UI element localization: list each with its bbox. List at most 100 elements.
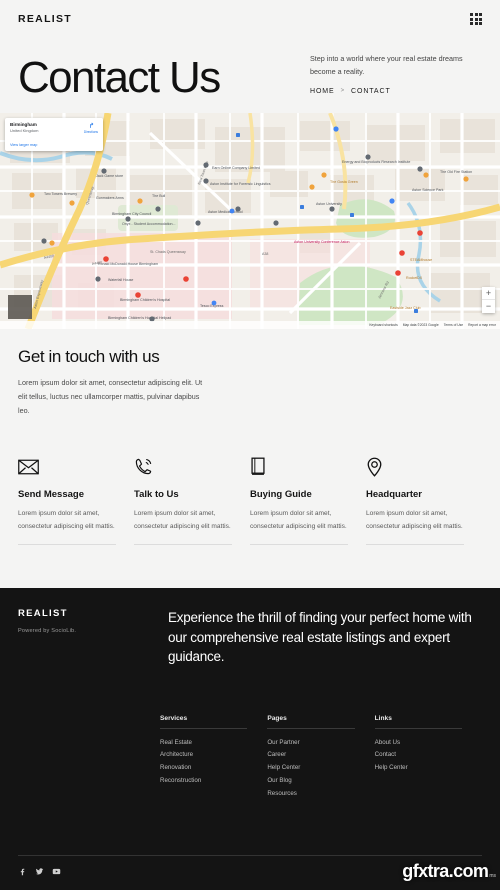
breadcrumb: HOME > CONTACT [310,88,482,95]
map-directions-button[interactable]: Directions [84,122,98,134]
hero-section: Contact Us Step into a world where your … [0,38,500,113]
map-keyboard-shortcuts[interactable]: Keyboard shortcuts [369,323,397,327]
svg-text:The Gosta Green: The Gosta Green [330,180,358,184]
card-title: Send Message [18,488,84,500]
map-place-country: United Kingdom [10,128,39,134]
directions-icon [90,122,94,128]
book-icon [250,456,348,478]
map-place-card[interactable]: Birmingham United Kingdom Directions Vie… [5,117,103,151]
map-view-larger-link[interactable]: View larger map [10,143,98,147]
card-title: Headquarter [366,488,422,500]
svg-text:Earn Online Company Limited: Earn Online Company Limited [212,166,260,170]
footer-link[interactable]: Help Center [267,761,354,774]
map-place-name: Birmingham [10,121,37,127]
footer-link[interactable]: Contact [375,748,462,761]
footer-top: REALIST Powered by SocioLib. Experience … [0,588,500,667]
map-pin-icon [366,456,464,478]
footer-link[interactable]: Reconstruction [160,774,247,787]
footer-link[interactable]: Resources [267,787,354,800]
site-logo[interactable]: REALIST [18,13,72,25]
svg-text:Aston University Conference As: Aston University Conference Aston [294,240,350,244]
card-body: Lorem ipsum dolor sit amet, consectetur … [366,507,464,546]
social-links [18,867,61,876]
svg-text:St. Chads Queensway: St. Chads Queensway [150,250,186,254]
footer-tagline: Experience the thrill of finding your pe… [168,610,472,665]
card-body: Lorem ipsum dolor sit amet, consectetur … [18,507,116,546]
footer-column-links: Links About Us Contact Help Center [374,715,482,800]
footer-powered-by: Powered by SocioLib. [18,628,77,634]
map-zoom-in-button[interactable]: + [482,286,495,300]
svg-text:Energy and Bioproducts Researc: Energy and Bioproducts Research Institut… [342,160,410,164]
map-directions-label: Directions [83,129,98,134]
svg-text:Two Towers Brewery: Two Towers Brewery [44,192,77,196]
contact-card[interactable]: Talk to Us Lorem ipsum dolor sit amet, c… [134,456,250,546]
svg-text:Birmingham Children's Hospital: Birmingham Children's Hospital Helipad [108,316,171,320]
svg-text:Aston Science Park: Aston Science Park [412,188,444,192]
svg-text:Onyx - Student Accommodation..: Onyx - Student Accommodation... [122,222,176,226]
footer-link[interactable]: About Us [375,736,462,749]
svg-text:Jack Game store: Jack Game store [96,174,123,178]
footer-brand-column: REALIST Powered by SocioLib. [18,608,168,667]
svg-text:Tesco Express: Tesco Express [200,304,224,308]
contact-card[interactable]: Headquarter Lorem ipsum dolor sit amet, … [366,456,482,546]
svg-text:Birmingham City Council: Birmingham City Council [112,212,152,216]
svg-text:Waterfall House: Waterfall House [108,278,133,282]
card-title: Buying Guide [250,488,312,500]
hero-meta: Step into a world where your real estate… [310,52,482,99]
map-report-link[interactable]: Report a map error [468,323,496,327]
get-in-touch-section: Get in touch with us Lorem ipsum dolor s… [0,329,500,418]
grid-menu-icon[interactable] [470,13,482,25]
contact-page: REALIST Contact Us Step into a world whe… [0,0,500,890]
svg-text:A38: A38 [262,252,268,256]
svg-text:Aston University: Aston University [316,202,342,206]
page-title: Contact Us [18,52,221,102]
svg-text:Ronald McDonald House Birmingh: Ronald McDonald House Birmingham [98,262,158,266]
footer-column-heading: Services [160,715,248,729]
map-zoom-out-button[interactable]: − [482,299,495,313]
footer-link[interactable]: Our Blog [267,774,354,787]
footer-logo[interactable]: REALIST [18,608,168,619]
watermark-suffix: ms [489,873,496,879]
footer-column-services: Services Real Estate Architecture Renova… [160,715,267,800]
section-body: Lorem ipsum dolor sit amet, consectetur … [18,377,203,415]
twitter-icon[interactable] [35,867,44,876]
card-title: Talk to Us [134,488,179,500]
contact-card[interactable]: Send Message Lorem ipsum dolor sit amet,… [18,456,134,546]
footer-link-columns: Services Real Estate Architecture Renova… [0,667,500,800]
svg-text:Gunmakers Arms: Gunmakers Arms [96,196,124,200]
map-attribution: Keyboard shortcuts Map data ©2023 Google… [0,320,500,329]
top-navbar: REALIST [0,0,500,38]
watermark-text: gfxtra.com [402,861,489,881]
footer-link[interactable]: Architecture [160,748,247,761]
card-body: Lorem ipsum dolor sit amet, consectetur … [134,507,232,546]
footer-link[interactable]: Our Partner [267,736,354,749]
google-map[interactable]: A4400 A4400 St. Chads Queensway A38 Quee… [0,112,500,329]
section-heading: Get in touch with us [18,346,160,366]
footer-link[interactable]: Help Center [375,761,462,774]
contact-cards: Send Message Lorem ipsum dolor sit amet,… [0,418,500,546]
footer-column-pages: Pages Our Partner Career Help Center Our… [267,715,374,800]
svg-text:Aston Institute for Forensic L: Aston Institute for Forensic Linguistics [210,182,271,186]
map-terms-link[interactable]: Terms of Use [444,323,463,327]
footer-column-heading: Pages [267,715,355,729]
breadcrumb-home[interactable]: HOME [310,88,335,95]
breadcrumb-current: CONTACT [351,87,391,95]
footer-link[interactable]: Renovation [160,761,247,774]
footer-link[interactable]: Career [267,748,354,761]
envelope-icon [18,456,116,478]
map-zoom-controls[interactable]: + − [482,286,495,313]
contact-card[interactable]: Buying Guide Lorem ipsum dolor sit amet,… [250,456,366,546]
card-body: Lorem ipsum dolor sit amet, consectetur … [250,507,348,546]
svg-text:Birmingham Children's Hospital: Birmingham Children's Hospital [120,298,170,302]
facebook-icon[interactable] [18,867,27,876]
svg-text:The Old Fire Station: The Old Fire Station [440,170,472,174]
phone-ring-icon [134,456,232,478]
youtube-icon[interactable] [52,867,61,876]
footer-link[interactable]: Real Estate [160,736,247,749]
breadcrumb-separator: > [340,88,346,95]
svg-text:RocketDX: RocketDX [406,276,423,280]
footer-column-heading: Links [374,715,462,729]
svg-text:STEAMhouse: STEAMhouse [410,258,432,262]
hero-subtitle: Step into a world where your real estate… [310,54,463,77]
svg-text:The Bull: The Bull [152,194,165,198]
